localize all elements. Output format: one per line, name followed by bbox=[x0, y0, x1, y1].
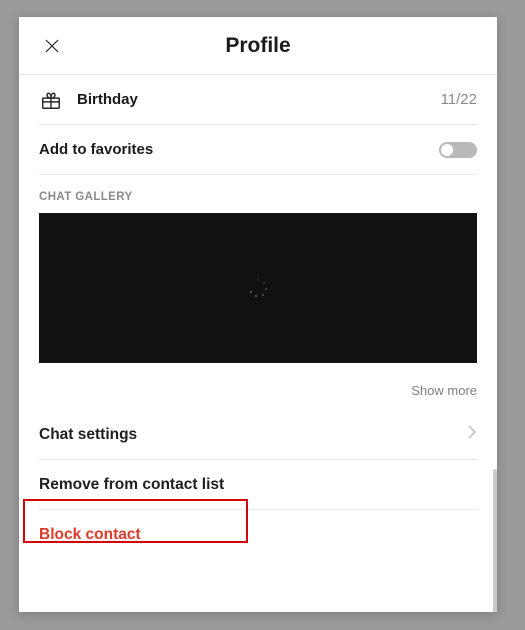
chat-settings-row[interactable]: Chat settings bbox=[39, 410, 477, 460]
close-icon bbox=[44, 38, 60, 54]
favorites-toggle[interactable] bbox=[439, 142, 477, 158]
remove-contact-label: Remove from contact list bbox=[39, 476, 224, 494]
birthday-row[interactable]: Birthday 11/22 bbox=[39, 75, 477, 125]
loading-spinner-icon bbox=[249, 279, 267, 297]
show-more-link[interactable]: Show more bbox=[39, 363, 477, 410]
block-contact-row[interactable]: Block contact bbox=[39, 510, 477, 560]
birthday-value: 11/22 bbox=[441, 91, 477, 108]
header: Profile bbox=[19, 17, 497, 75]
page-title: Profile bbox=[225, 34, 290, 58]
chat-gallery bbox=[39, 213, 477, 363]
favorites-row: Add to favorites bbox=[39, 125, 477, 175]
gallery-section-title: CHAT GALLERY bbox=[39, 175, 477, 213]
toggle-knob bbox=[441, 144, 453, 156]
scrollbar[interactable] bbox=[493, 469, 497, 612]
profile-modal: Profile Birthday 11/22 Add to favorites bbox=[19, 17, 497, 612]
block-contact-label: Block contact bbox=[39, 526, 141, 544]
chat-settings-label: Chat settings bbox=[39, 426, 137, 444]
favorites-label: Add to favorites bbox=[39, 141, 153, 158]
content: Birthday 11/22 Add to favorites CHAT GAL… bbox=[19, 75, 497, 612]
close-button[interactable] bbox=[41, 35, 63, 57]
chevron-right-icon bbox=[467, 424, 477, 445]
remove-contact-row[interactable]: Remove from contact list bbox=[39, 460, 477, 510]
birthday-label: Birthday bbox=[77, 91, 138, 108]
gift-icon bbox=[39, 88, 63, 112]
